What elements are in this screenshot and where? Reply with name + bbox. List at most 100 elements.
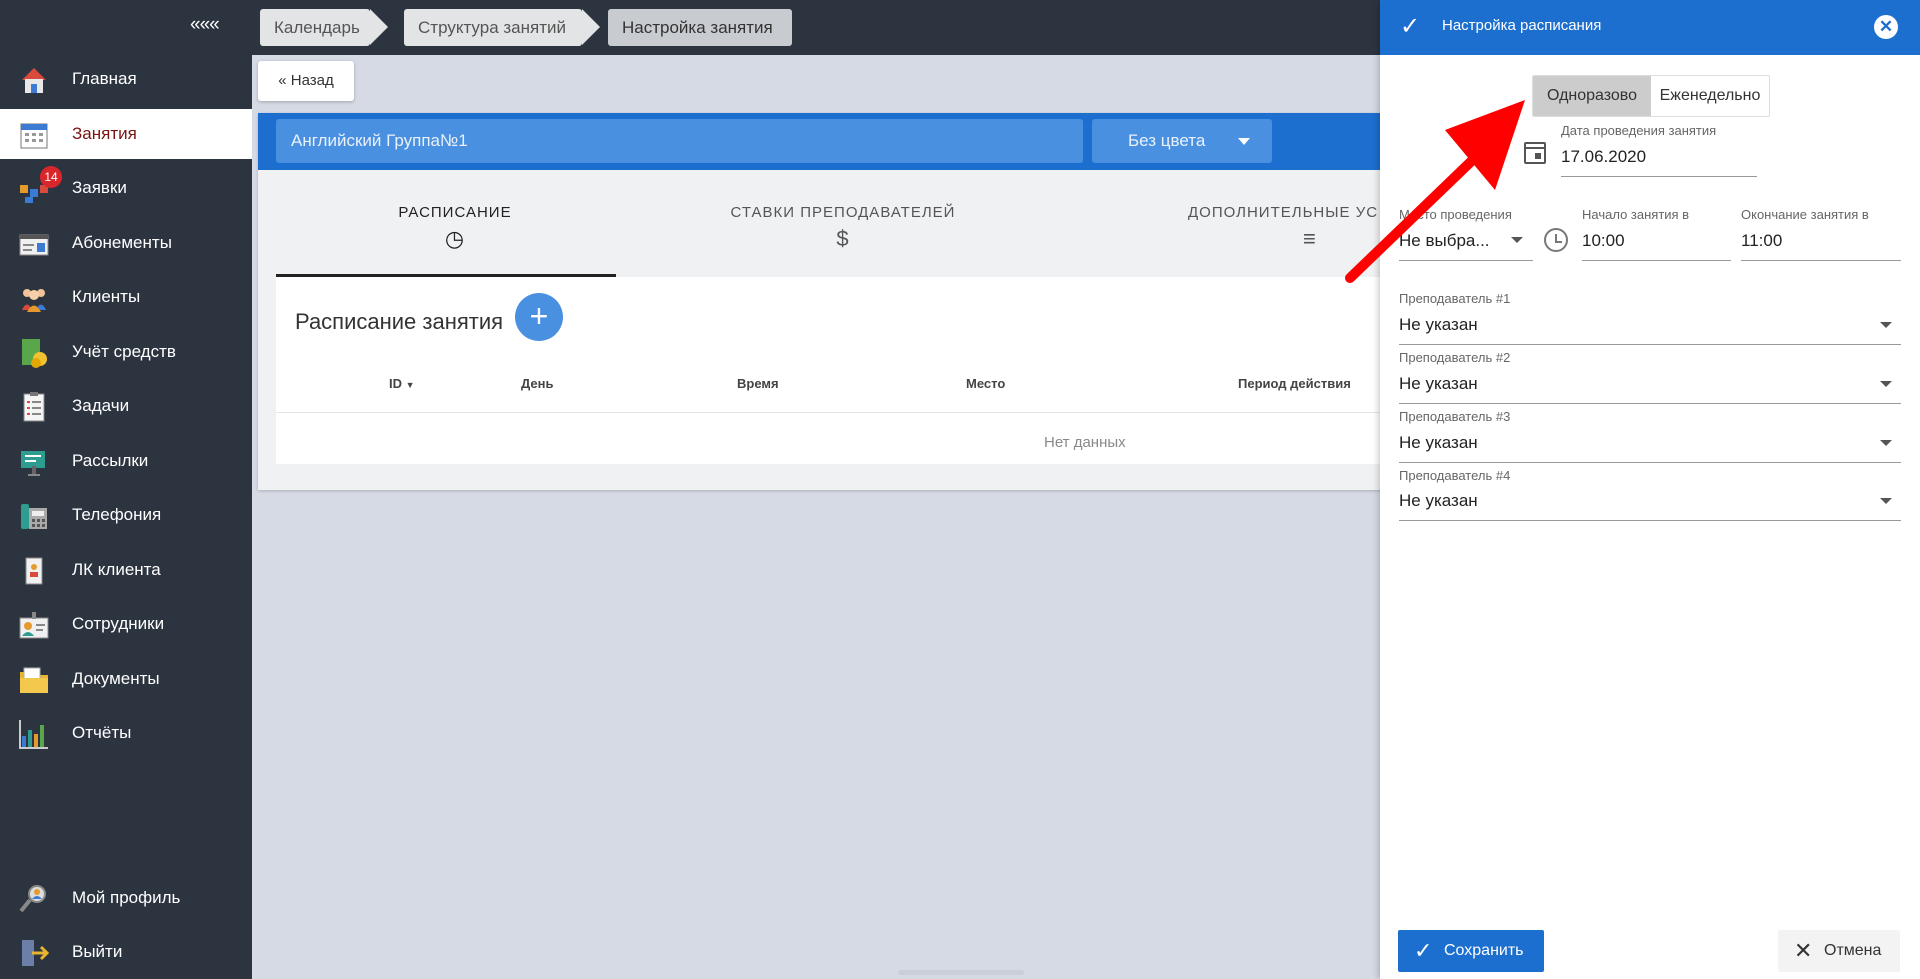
sidebar-item-staff[interactable]: Сотрудники: [0, 599, 252, 649]
empty-table-message: Нет данных: [1044, 434, 1126, 451]
check-icon: ✓: [1400, 13, 1421, 40]
clock-icon: [1544, 228, 1568, 252]
sidebar-item-label: Рассылки: [72, 451, 149, 470]
mode-weekly-button[interactable]: Еженедельно: [1651, 76, 1769, 116]
chevron-down-icon[interactable]: [1880, 381, 1892, 387]
sidebar-item-client-cabinet[interactable]: ЛК клиента: [0, 545, 252, 595]
column-header-day[interactable]: День: [521, 376, 554, 391]
date-underline: [1561, 176, 1757, 177]
end-time-underline: [1741, 260, 1901, 261]
tasks-icon: [23, 392, 45, 422]
mode-once-button[interactable]: Одноразово: [1533, 76, 1651, 116]
calendar-icon: [20, 123, 48, 149]
sidebar-item-label: Сотрудники: [72, 614, 165, 633]
close-icon: ✕: [1794, 938, 1813, 963]
end-time-field[interactable]: 11:00: [1741, 231, 1782, 251]
cancel-button[interactable]: ✕ Отмена: [1778, 930, 1900, 972]
teacher-label: Преподаватель #4: [1399, 468, 1511, 483]
teacher-underline: [1399, 520, 1901, 521]
chevron-down-icon[interactable]: [1880, 440, 1892, 446]
panel-header: ✓ Настройка расписания ✕: [1380, 0, 1920, 55]
tab-schedule[interactable]: РАСПИСАНИЕ ◷: [390, 204, 520, 251]
start-time-label: Начало занятия в: [1582, 207, 1690, 222]
save-label: Сохранить: [1444, 942, 1524, 959]
sidebar-item-telephony[interactable]: Телефония: [0, 490, 252, 540]
sidebar-item-logout[interactable]: Выйти: [0, 927, 252, 977]
column-header-id[interactable]: ID ▼: [389, 376, 415, 391]
teacher-select-4[interactable]: Не указан: [1399, 491, 1478, 511]
sidebar-item-label: Учёт средств: [72, 342, 176, 361]
phone-icon: [21, 504, 47, 529]
sidebar-item-documents[interactable]: Документы: [0, 654, 252, 704]
schedule-panel: Расписание занятия: [276, 277, 1383, 464]
scrollbar[interactable]: [898, 970, 1024, 975]
date-label: Дата проведения занятия: [1561, 123, 1717, 138]
collapse-sidebar-button[interactable]: «««: [190, 14, 220, 36]
add-schedule-button[interactable]: +: [515, 293, 563, 341]
sidebar-item-label: Занятия: [72, 124, 137, 143]
column-label: ID: [389, 376, 402, 391]
column-header-period[interactable]: Период действия: [1238, 376, 1351, 391]
back-button[interactable]: « Назад: [258, 61, 354, 101]
schedule-settings-panel: ✓ Настройка расписания ✕ Одноразово Ежен…: [1380, 0, 1920, 979]
teacher-select-1[interactable]: Не указан: [1399, 315, 1478, 335]
chevron-down-icon[interactable]: [1511, 237, 1523, 243]
tab-additional[interactable]: ДОПОЛНИТЕЛЬНЫЕ УС… ≡: [1188, 204, 1383, 251]
sidebar-item-label: Задачи: [72, 396, 130, 415]
sort-down-icon: ▼: [405, 380, 415, 390]
start-time-field[interactable]: 10:00: [1582, 231, 1625, 251]
sidebar-item-label: Отчёты: [72, 723, 132, 742]
end-time-label: Окончание занятия в: [1741, 207, 1869, 222]
color-select[interactable]: Без цвета: [1092, 119, 1272, 163]
teacher-label: Преподаватель #2: [1399, 350, 1511, 365]
dollar-icon: $: [836, 226, 850, 251]
tab-label: ДОПОЛНИТЕЛЬНЫЕ УС…: [1188, 204, 1383, 221]
sidebar-item-lessons[interactable]: Занятия: [0, 109, 252, 159]
place-select[interactable]: Не выбра...: [1399, 231, 1490, 251]
mailing-icon: [21, 451, 45, 476]
teacher-label: Преподаватель #1: [1399, 291, 1511, 306]
column-header-time[interactable]: Время: [737, 376, 779, 391]
sidebar-item-label: Абонементы: [72, 233, 172, 252]
client-cabinet-icon: [25, 557, 43, 585]
teacher-select-2[interactable]: Не указан: [1399, 374, 1478, 394]
date-field[interactable]: 17.06.2020: [1561, 147, 1646, 167]
teacher-select-3[interactable]: Не указан: [1399, 433, 1478, 453]
table-divider: [276, 412, 1383, 413]
place-underline: [1399, 260, 1533, 261]
sidebar-item-label: Выйти: [72, 942, 123, 961]
sidebar-item-reports[interactable]: Отчёты: [0, 708, 252, 758]
teacher-underline: [1399, 462, 1901, 463]
teacher-label: Преподаватель #3: [1399, 409, 1511, 424]
sidebar-item-profile[interactable]: Мой профиль: [0, 873, 252, 923]
sidebar-item-subscriptions[interactable]: Абонементы: [0, 218, 252, 268]
chevron-down-icon[interactable]: [1880, 498, 1892, 504]
schedule-title: Расписание занятия: [295, 309, 504, 334]
sidebar-item-label: Телефония: [72, 505, 162, 524]
sidebar-item-label: Заявки: [72, 178, 127, 197]
card-icon: [19, 234, 49, 256]
save-button[interactable]: ✓ Сохранить: [1398, 930, 1544, 972]
group-name-input[interactable]: Английский Группа№1: [276, 119, 1083, 163]
column-header-place[interactable]: Место: [966, 376, 1005, 391]
tab-teacher-rates[interactable]: СТАВКИ ПРЕПОДАВАТЕЛЕЙ $: [723, 204, 963, 251]
sidebar-item-label: Мой профиль: [72, 888, 181, 907]
calendar-icon[interactable]: [1524, 142, 1546, 164]
sidebar-item-mailings[interactable]: Рассылки: [0, 436, 252, 486]
clients-icon: [22, 289, 46, 312]
chevron-down-icon[interactable]: [1880, 322, 1892, 328]
sidebar-item-finance[interactable]: Учёт средств: [0, 327, 252, 377]
home-icon: [22, 68, 46, 93]
sidebar-item-requests[interactable]: 14 Заявки: [0, 163, 252, 213]
sidebar-item-tasks[interactable]: Задачи: [0, 381, 252, 431]
close-panel-button[interactable]: ✕: [1874, 15, 1898, 39]
sidebar-item-home[interactable]: Главная: [0, 54, 252, 104]
breadcrumb-lesson-settings: Настройка занятия: [608, 9, 792, 46]
panel-title: Настройка расписания: [1442, 17, 1602, 34]
sidebar-item-clients[interactable]: Клиенты: [0, 272, 252, 322]
breadcrumb-lesson-structure[interactable]: Структура занятий: [404, 9, 600, 46]
cancel-label: Отмена: [1824, 942, 1882, 959]
breadcrumb-calendar[interactable]: Календарь: [260, 9, 388, 46]
check-icon: ✓: [1414, 938, 1433, 963]
money-icon: [22, 339, 47, 368]
